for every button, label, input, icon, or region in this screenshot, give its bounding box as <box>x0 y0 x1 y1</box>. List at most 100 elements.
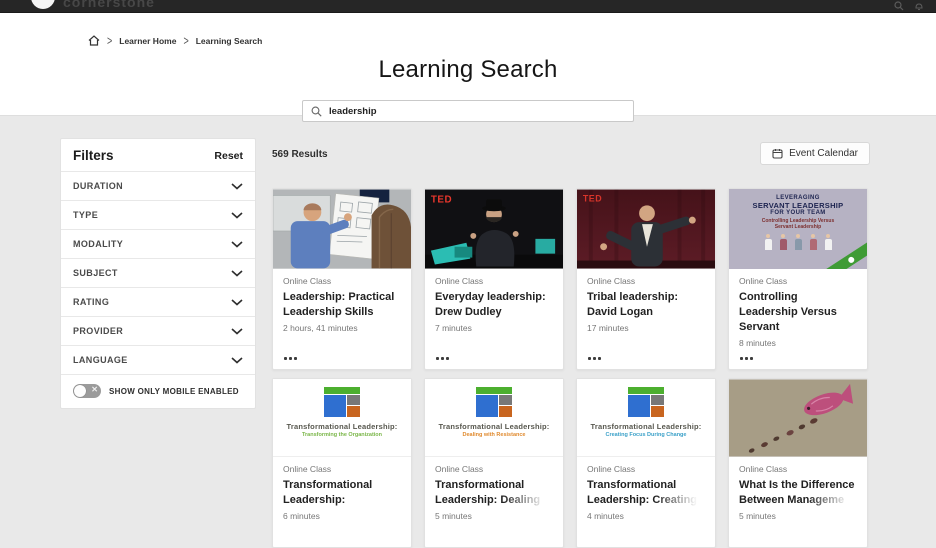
course-type: Online Class <box>435 464 553 474</box>
course-type: Online Class <box>739 464 857 474</box>
course-title[interactable]: What Is the Difference Between Manageme <box>739 478 857 508</box>
course-title[interactable]: Tribal leadership: David Logan <box>587 290 705 320</box>
event-calendar-button[interactable]: Event Calendar <box>760 142 870 165</box>
breadcrumb-learning-search[interactable]: Learning Search <box>196 36 263 46</box>
filter-label: SUBJECT <box>73 268 118 278</box>
poster-line: Servant Leadership <box>729 224 867 230</box>
brand-logo[interactable] <box>31 0 55 9</box>
chevron-down-icon <box>231 241 243 248</box>
breadcrumb-separator: > <box>107 34 112 48</box>
mobile-enabled-toggle[interactable]: ✕ <box>73 384 101 398</box>
search-icon[interactable] <box>894 1 904 11</box>
filter-section-type[interactable]: TYPE <box>61 200 255 229</box>
calendar-icon <box>772 148 783 159</box>
course-duration: 6 minutes <box>283 511 401 521</box>
more-options-icon[interactable] <box>740 357 753 360</box>
notifications-bell-icon[interactable] <box>914 1 924 11</box>
course-thumbnail: Transformational Leadership: Dealing wit… <box>425 379 563 457</box>
filter-label: DURATION <box>73 181 123 191</box>
course-card[interactable]: Online Class What Is the Difference Betw… <box>728 378 868 548</box>
breadcrumb-separator: > <box>183 34 188 48</box>
breadcrumb-learner-home[interactable]: Learner Home <box>119 36 176 46</box>
thumb-title: Transformational Leadership: <box>577 422 715 431</box>
course-card[interactable]: Transformational Leadership: Transformin… <box>272 378 412 548</box>
poster-line: FOR YOUR TEAM <box>729 210 867 216</box>
course-title[interactable]: Everyday leadership: Drew Dudley <box>435 290 553 320</box>
course-title[interactable]: Transformational Leadership: Creating <box>587 478 705 508</box>
filter-section-rating[interactable]: RATING <box>61 287 255 316</box>
filters-title: Filters <box>73 148 114 163</box>
brand-name: cornerstone <box>63 0 155 10</box>
course-thumbnail: TED <box>577 189 715 269</box>
course-thumbnail <box>729 379 867 457</box>
course-thumbnail: LEVERAGING SERVANT LEADERSHIP FOR YOUR T… <box>729 189 867 269</box>
course-thumbnail <box>273 189 411 269</box>
course-card[interactable]: Online Class Leadership: Practical Leade… <box>272 188 412 370</box>
course-card[interactable]: LEVERAGING SERVANT LEADERSHIP FOR YOUR T… <box>728 188 868 370</box>
mosaic-logo <box>628 387 664 417</box>
course-title[interactable]: Transformational Leadership: Dealing <box>435 478 553 508</box>
chevron-down-icon <box>231 183 243 190</box>
thumb-title: Transformational Leadership: <box>425 422 563 431</box>
more-options-icon[interactable] <box>588 357 601 360</box>
course-duration: 5 minutes <box>435 511 553 521</box>
course-thumbnail: Transformational Leadership: Creating Fo… <box>577 379 715 457</box>
more-options-icon[interactable] <box>436 357 449 360</box>
course-card[interactable]: Transformational Leadership: Dealing wit… <box>424 378 564 548</box>
filter-section-modality[interactable]: MODALITY <box>61 229 255 258</box>
filter-label: RATING <box>73 297 109 307</box>
course-duration: 17 minutes <box>587 323 705 333</box>
search-input[interactable] <box>329 106 625 117</box>
poster-figures <box>729 234 867 250</box>
page-header: > Learner Home > Learning Search Learnin… <box>0 13 936 116</box>
chevron-down-icon <box>231 270 243 277</box>
course-duration: 4 minutes <box>587 511 705 521</box>
filter-label: LANGUAGE <box>73 355 128 365</box>
thumb-subtitle: Creating Focus During Change <box>577 432 715 438</box>
course-card[interactable]: Transformational Leadership: Creating Fo… <box>576 378 716 548</box>
filter-section-subject[interactable]: SUBJECT <box>61 258 255 287</box>
home-icon[interactable] <box>88 35 100 46</box>
course-title[interactable]: Controlling Leadership Versus Servant <box>739 290 857 335</box>
chevron-down-icon <box>231 357 243 364</box>
toggle-off-x-icon: ✕ <box>91 385 98 394</box>
ted-logo: TED <box>583 193 602 203</box>
search-icon <box>311 106 322 117</box>
mosaic-logo <box>476 387 512 417</box>
mobile-enabled-toggle-label: SHOW ONLY MOBILE ENABLED <box>109 387 239 396</box>
thumb-subtitle: Dealing with Resistance <box>425 432 563 438</box>
mosaic-logo <box>324 387 360 417</box>
course-title[interactable]: Leadership: Practical Leadership Skills <box>283 290 401 320</box>
course-card[interactable]: TED Online Class Tribal leadership: Davi… <box>576 188 716 370</box>
course-card[interactable]: TED Online Class Everyday leadership: Dr… <box>424 188 564 370</box>
page-title: Learning Search <box>0 56 936 84</box>
chevron-down-icon <box>231 299 243 306</box>
results-grid: Online Class Leadership: Practical Leade… <box>272 188 868 548</box>
ted-logo: TED <box>431 194 452 205</box>
top-navigation-bar: cornerstone <box>0 0 936 13</box>
filter-label: MODALITY <box>73 239 123 249</box>
course-duration: 7 minutes <box>435 323 553 333</box>
results-count: 569 Results <box>272 149 328 160</box>
filter-section-duration[interactable]: DURATION <box>61 171 255 200</box>
course-duration: 5 minutes <box>739 511 857 521</box>
chevron-down-icon <box>231 212 243 219</box>
chevron-down-icon <box>231 328 243 335</box>
course-type: Online Class <box>283 276 401 286</box>
course-thumbnail: TED <box>425 189 563 269</box>
event-calendar-label: Event Calendar <box>789 148 858 159</box>
filters-reset-button[interactable]: Reset <box>214 150 243 162</box>
thumb-title: Transformational Leadership: <box>273 422 411 431</box>
more-options-icon[interactable] <box>284 357 297 360</box>
thumb-subtitle: Transforming the Organization <box>273 432 411 438</box>
course-title[interactable]: Transformational Leadership: <box>283 478 401 508</box>
course-duration: 8 minutes <box>739 338 857 348</box>
filter-section-language[interactable]: LANGUAGE <box>61 345 255 374</box>
search-bar[interactable] <box>302 100 634 122</box>
poster-line: SERVANT LEADERSHIP <box>729 201 867 210</box>
breadcrumb: > Learner Home > Learning Search <box>88 35 262 46</box>
course-type: Online Class <box>283 464 401 474</box>
filter-section-provider[interactable]: PROVIDER <box>61 316 255 345</box>
course-thumbnail: Transformational Leadership: Transformin… <box>273 379 411 457</box>
filter-label: PROVIDER <box>73 326 123 336</box>
